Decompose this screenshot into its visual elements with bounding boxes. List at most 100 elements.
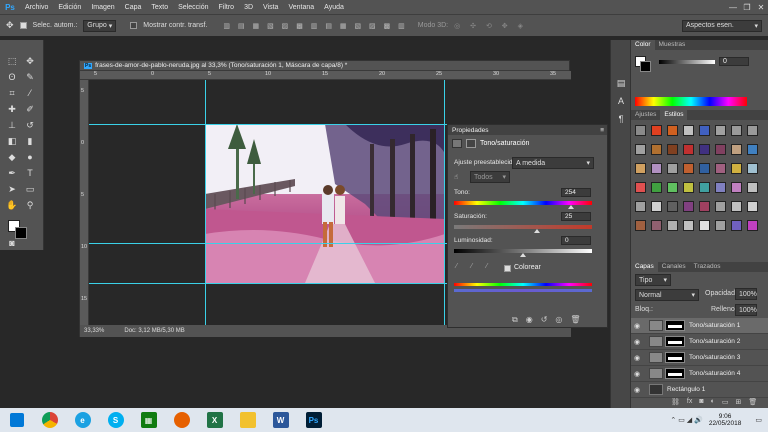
menu-seleccion[interactable]: Selección [173, 4, 213, 11]
style-swatch[interactable] [747, 125, 758, 136]
lasso-tool-icon[interactable]: ʘ [4, 70, 20, 84]
opacity-value[interactable]: 100% [735, 288, 757, 300]
mask-icon[interactable] [466, 139, 476, 148]
style-swatch[interactable] [731, 220, 742, 231]
style-swatch[interactable] [747, 163, 758, 174]
menu-ayuda[interactable]: Ayuda [319, 4, 349, 11]
close-button[interactable]: ✕ [754, 3, 768, 12]
style-swatch[interactable] [747, 144, 758, 155]
visibility-icon[interactable]: ◎ [555, 315, 562, 325]
style-swatch[interactable] [683, 220, 694, 231]
workspace-dropdown[interactable]: Aspectos esen. ▾ [682, 19, 762, 32]
layer-mask-thumb[interactable] [665, 336, 685, 347]
style-swatch[interactable] [667, 220, 678, 231]
auto-select-dropdown[interactable]: Grupo ▾ [83, 19, 117, 32]
style-swatch[interactable] [699, 125, 710, 136]
style-swatch[interactable] [731, 201, 742, 212]
new-adjustment-icon[interactable]: ◐ [711, 398, 715, 406]
history-icon[interactable]: ▤ [613, 76, 629, 90]
hand-tool-icon[interactable]: ✋ [4, 198, 20, 212]
tab-styles[interactable]: Estilos [660, 110, 688, 120]
style-swatch[interactable] [651, 163, 662, 174]
tab-adjustments[interactable]: Ajustes [631, 110, 660, 120]
word-icon[interactable]: W [264, 408, 297, 432]
history-brush-icon[interactable]: ↺ [22, 118, 38, 132]
crop-tool-icon[interactable]: ⌗ [4, 86, 20, 100]
style-swatch[interactable] [651, 220, 662, 231]
style-swatch[interactable] [651, 144, 662, 155]
style-swatch[interactable] [635, 220, 646, 231]
new-layer-icon[interactable]: ⊞ [735, 398, 741, 406]
tab-swatches[interactable]: Muestras [655, 40, 690, 50]
menu-ventana[interactable]: Ventana [283, 4, 319, 11]
file-explorer-icon[interactable] [231, 408, 264, 432]
bg-color-swatch[interactable] [640, 61, 651, 72]
preset-dropdown[interactable]: A medida ▾ [512, 157, 594, 169]
style-swatch[interactable] [683, 125, 694, 136]
saturation-value[interactable]: 25 [561, 212, 591, 221]
style-swatch[interactable] [699, 220, 710, 231]
layer-name[interactable]: Tono/saturación 2 [689, 338, 740, 345]
saturation-slider-thumb[interactable] [533, 229, 540, 233]
system-tray-icons[interactable]: ⌃ ▭ ◢ 🔊 [670, 416, 702, 424]
layer-mask-thumb[interactable] [665, 352, 685, 363]
style-swatch[interactable] [683, 163, 694, 174]
new-group-icon[interactable]: ▭ [722, 398, 729, 406]
excel-icon[interactable]: X [198, 408, 231, 432]
style-swatch[interactable] [635, 182, 646, 193]
menu-3d[interactable]: 3D [239, 4, 258, 11]
style-swatch[interactable] [715, 163, 726, 174]
menu-capa[interactable]: Capa [120, 4, 147, 11]
clone-stamp-icon[interactable]: ⊥ [4, 118, 20, 132]
eye-icon[interactable]: ◉ [631, 322, 643, 330]
tab-color[interactable]: Color [631, 40, 655, 50]
layer-name[interactable]: Rectángulo 1 [667, 386, 705, 393]
menu-edicion[interactable]: Edición [53, 4, 86, 11]
style-swatch[interactable] [635, 125, 646, 136]
layer-row[interactable]: ◉ Tono/saturación 1 [631, 318, 768, 334]
healing-brush-icon[interactable]: ✚ [4, 102, 20, 116]
menu-texto[interactable]: Texto [146, 4, 173, 11]
fx-icon[interactable]: fx [687, 398, 692, 406]
style-swatch[interactable] [699, 163, 710, 174]
blend-mode-dropdown[interactable]: Normal ▾ [635, 289, 699, 301]
skype-icon[interactable]: S [99, 408, 132, 432]
eye-icon[interactable]: ◉ [631, 386, 643, 394]
blur-tool-icon[interactable]: ◆ [4, 150, 20, 164]
ruler-vertical[interactable]: 5 0 5 10 15 [80, 80, 89, 325]
style-swatch[interactable] [683, 201, 694, 212]
layer-row[interactable]: ◉ Tono/saturación 2 [631, 334, 768, 350]
layer-row[interactable]: ◉ Tono/saturación 4 [631, 366, 768, 382]
layer-mask-thumb[interactable] [665, 320, 685, 331]
style-swatch[interactable] [635, 144, 646, 155]
link-icon[interactable]: ⛓ [671, 398, 680, 406]
guide-line[interactable] [205, 80, 206, 325]
windows-start-icon[interactable] [0, 408, 33, 432]
quick-mask-icon[interactable]: ◙ [4, 236, 20, 250]
tab-layers[interactable]: Capas [631, 262, 658, 272]
layer-name[interactable]: Tono/saturación 3 [689, 354, 740, 361]
add-mask-icon[interactable]: ◙ [699, 398, 703, 406]
delete-layer-icon[interactable]: 🗑 [748, 398, 757, 406]
marquee-tool-icon[interactable]: ⬚ [4, 54, 20, 68]
character-icon[interactable]: A [613, 94, 629, 108]
style-swatch[interactable] [715, 201, 726, 212]
clock[interactable]: 9:06 22/05/2018 [709, 413, 742, 427]
properties-tab[interactable]: Propiedades ≡ [448, 125, 607, 135]
auto-select-checkbox[interactable] [19, 22, 27, 29]
tab-channels[interactable]: Canales [658, 262, 690, 272]
show-transform-checkbox[interactable] [130, 22, 138, 29]
maximize-button[interactable]: ❐ [740, 3, 754, 12]
style-swatch[interactable] [715, 125, 726, 136]
colorize-checkbox[interactable] [504, 265, 511, 272]
eraser-tool-icon[interactable]: ◧ [4, 134, 20, 148]
style-swatch[interactable] [715, 182, 726, 193]
shape-tool-icon[interactable]: ▭ [22, 182, 38, 196]
quick-select-icon[interactable]: ✎ [22, 70, 38, 84]
fill-value[interactable]: 100% [735, 304, 757, 316]
delete-icon[interactable]: 🗑 [570, 315, 580, 325]
style-swatch[interactable] [747, 182, 758, 193]
gradient-tool-icon[interactable]: ▮ [22, 134, 38, 148]
align-icons[interactable]: ▥ ▤ ▦ ▧ ▨ ▩ ▥ ▤ ▦ ▧ ▨ ▩ ▥ [223, 22, 407, 30]
brightness-slider[interactable] [659, 60, 715, 64]
